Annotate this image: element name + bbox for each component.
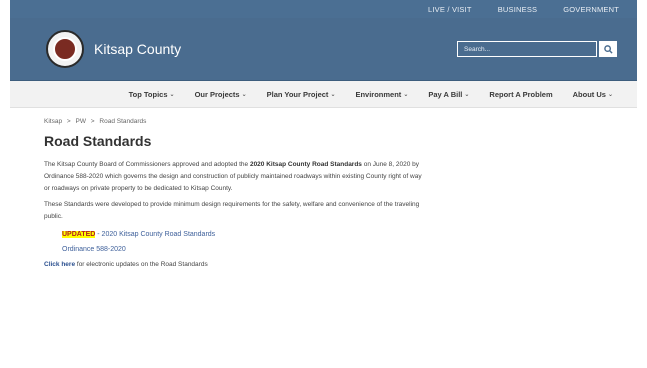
chevron-down-icon: ⌄ — [241, 91, 247, 98]
utility-bar: LIVE / VISIT BUSINESS GOVERNMENT — [10, 0, 637, 18]
breadcrumb-pw[interactable]: PW — [76, 118, 86, 125]
search-icon — [603, 44, 613, 54]
page-title: Road Standards — [44, 133, 152, 149]
utility-link-live-visit[interactable]: LIVE / VISIT — [428, 5, 472, 14]
nav-our-projects[interactable]: Our Projects ⌄ — [195, 90, 247, 99]
brand-name: Kitsap County — [94, 41, 182, 57]
breadcrumb-kitsap[interactable]: Kitsap — [44, 118, 62, 125]
breadcrumb-separator: > — [66, 118, 71, 125]
page: LIVE / VISIT BUSINESS GOVERNMENT Kitsap … — [10, 0, 637, 368]
chevron-down-icon: ⌄ — [607, 91, 613, 98]
document-links: UPDATED - 2020 Kitsap County Road Standa… — [62, 231, 424, 253]
search-input[interactable] — [457, 41, 597, 57]
breadcrumb: Kitsap > PW > Road Standards — [44, 118, 424, 125]
breadcrumb-current: Road Standards — [99, 118, 147, 125]
main-nav: Top Topics ⌄ Our Projects ⌄ Plan Your Proj… — [10, 81, 637, 108]
ordinance-link[interactable]: Ordinance 588-2020 — [62, 246, 424, 253]
nav-report-a-problem[interactable]: Report A Problem — [489, 90, 552, 99]
purpose-paragraph: These Standards were developed to provid… — [44, 201, 420, 220]
main-content: Kitsap > PW > Road Standards Road Standa… — [10, 108, 424, 268]
chevron-down-icon: ⌄ — [403, 91, 409, 98]
seal-center — [53, 37, 77, 61]
updated-standards-link[interactable]: UPDATED - 2020 Kitsap County Road Standa… — [62, 231, 424, 238]
chevron-down-icon: ⌄ — [169, 91, 175, 98]
road-standards-title-bold: 2020 Kitsap County Road Standards — [249, 161, 362, 168]
utility-link-business[interactable]: BUSINESS — [498, 5, 538, 14]
search-button[interactable] — [599, 41, 617, 57]
intro-paragraph: The Kitsap County Board of Commissioners… — [44, 161, 422, 192]
nav-about-us[interactable]: About Us ⌄ — [573, 90, 613, 99]
click-here-link[interactable]: Click here — [44, 261, 75, 268]
nav-environment[interactable]: Environment ⌄ — [355, 90, 408, 99]
chevron-down-icon: ⌄ — [330, 91, 336, 98]
site-header: Kitsap County — [10, 18, 637, 81]
updated-badge: UPDATED — [62, 231, 96, 238]
utility-link-government[interactable]: GOVERNMENT — [563, 5, 619, 14]
nav-top-topics[interactable]: Top Topics ⌄ — [129, 90, 175, 99]
electronic-updates-note: Click here for electronic updates on the… — [44, 261, 208, 268]
county-seal-logo — [46, 30, 84, 68]
breadcrumb-separator: > — [90, 118, 95, 125]
nav-pay-a-bill[interactable]: Pay A Bill ⌄ — [428, 90, 469, 99]
search-box — [457, 41, 617, 57]
nav-plan-your-project[interactable]: Plan Your Project ⌄ — [267, 90, 336, 99]
chevron-down-icon: ⌄ — [464, 91, 470, 98]
brand[interactable]: Kitsap County — [46, 30, 181, 68]
